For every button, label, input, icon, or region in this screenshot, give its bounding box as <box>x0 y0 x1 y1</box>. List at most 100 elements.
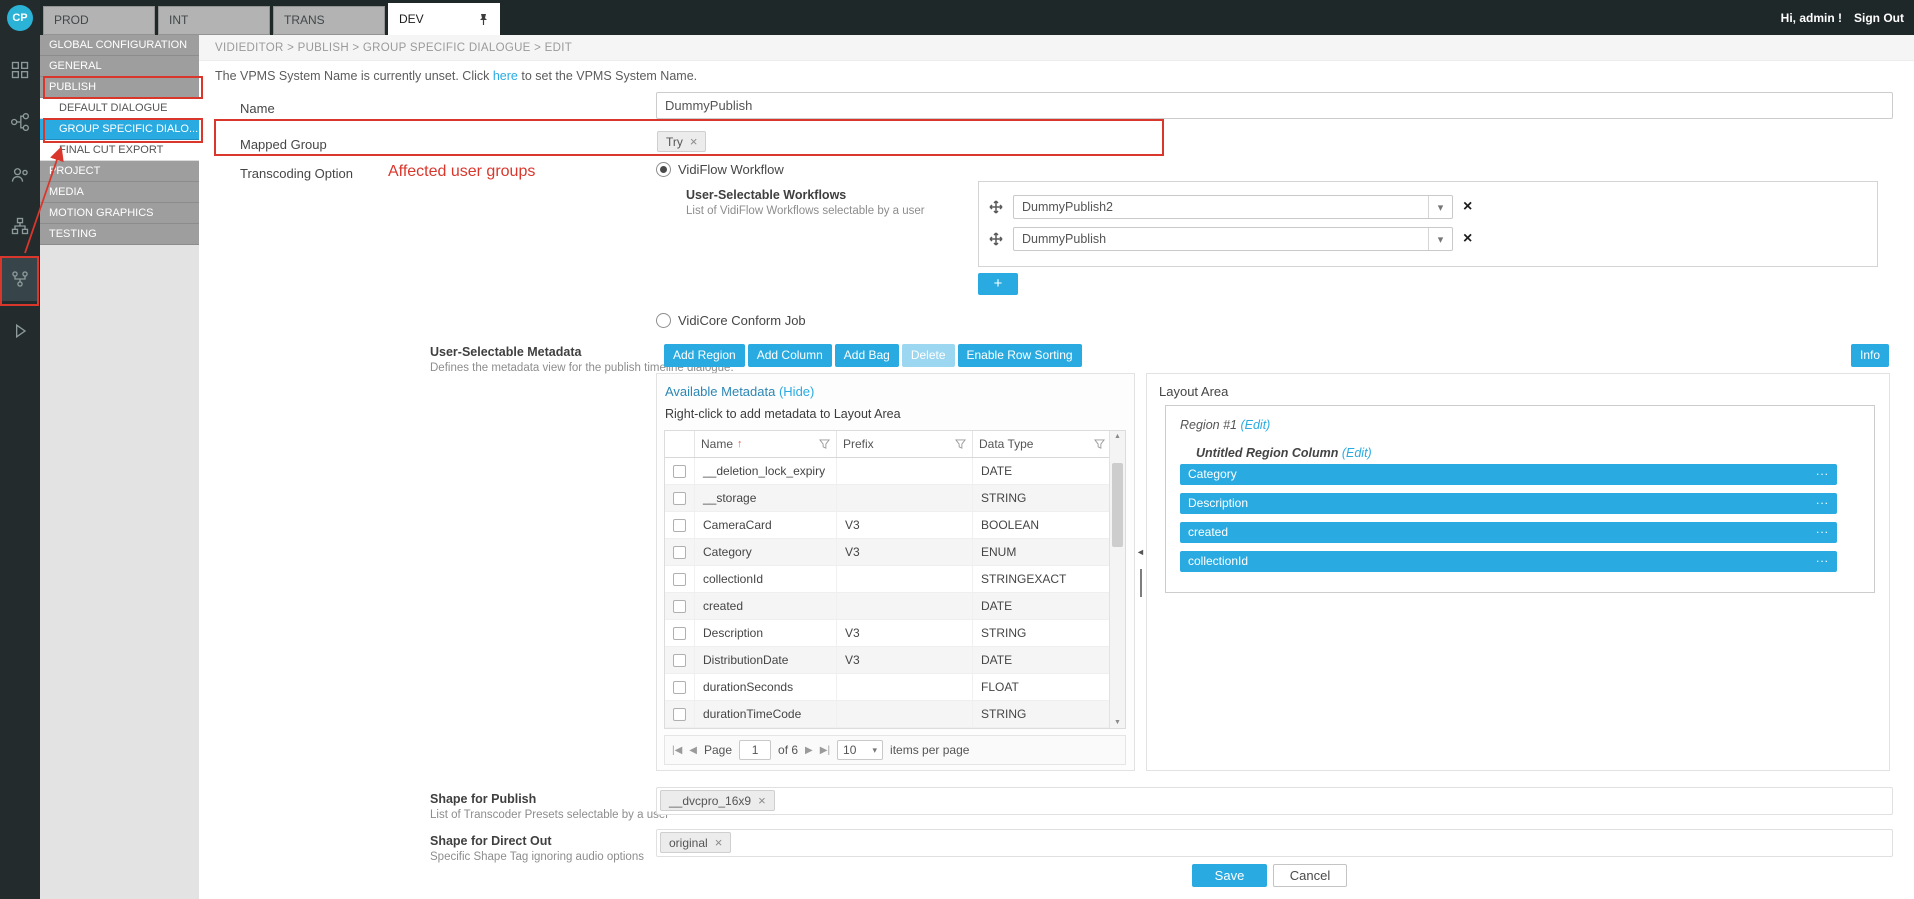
tag-remove-icon[interactable]: × <box>758 793 766 808</box>
add-bag-button[interactable]: Add Bag <box>835 344 899 367</box>
item-options-icon[interactable]: ... <box>1816 519 1829 540</box>
table-row[interactable]: created DATE <box>665 593 1125 620</box>
app-logo[interactable]: CP <box>7 5 33 31</box>
page-size-select[interactable]: 10 ▾ <box>837 740 883 760</box>
info-button[interactable]: Info <box>1851 344 1889 367</box>
row-checkbox[interactable] <box>673 546 686 559</box>
table-row[interactable]: __storage STRING <box>665 485 1125 512</box>
table-row[interactable]: durationTimeCode STRING <box>665 701 1125 728</box>
cancel-button[interactable]: Cancel <box>1273 864 1347 887</box>
table-row[interactable]: DistributionDate V3 DATE <box>665 647 1125 674</box>
sidebar-item-publish[interactable]: PUBLISH <box>40 77 199 98</box>
workflow-dropdown[interactable]: DummyPublish ▾ <box>1013 227 1453 251</box>
filter-icon[interactable] <box>819 439 830 450</box>
row-checkbox[interactable] <box>673 519 686 532</box>
panel-splitter-icon[interactable]: ◄ <box>1136 547 1145 557</box>
row-checkbox[interactable] <box>673 654 686 667</box>
tag-remove-icon[interactable]: × <box>715 835 723 850</box>
remove-workflow-icon[interactable]: × <box>1463 230 1472 248</box>
layout-item-created[interactable]: created ... <box>1180 522 1837 543</box>
row-checkbox[interactable] <box>673 465 686 478</box>
scrollbar-thumb[interactable] <box>1112 463 1123 547</box>
layout-item-description[interactable]: Description ... <box>1180 493 1837 514</box>
row-checkbox[interactable] <box>673 708 686 721</box>
pager-last-icon[interactable]: ▶| <box>820 745 830 756</box>
pager-first-icon[interactable]: |◀ <box>672 745 682 756</box>
pager-page-input[interactable] <box>739 740 771 760</box>
vidicore-radio[interactable] <box>656 313 671 328</box>
layout-item-collectionid[interactable]: collectionId ... <box>1180 551 1837 572</box>
item-options-icon[interactable]: ... <box>1816 461 1829 482</box>
panel-splitter-handle[interactable] <box>1140 569 1142 597</box>
shape-direct-tag[interactable]: original× <box>660 832 731 853</box>
pager-prev-icon[interactable]: ◀ <box>689 745 697 756</box>
table-row[interactable]: Category V3 ENUM <box>665 539 1125 566</box>
configuration-icon[interactable] <box>1 257 39 301</box>
sidebar-item-testing[interactable]: TESTING <box>40 224 199 245</box>
chevron-down-icon[interactable]: ▾ <box>1428 228 1452 250</box>
shape-publish-field[interactable] <box>656 787 1893 815</box>
tab-trans[interactable]: TRANS <box>273 6 385 35</box>
enable-row-sorting-button[interactable]: Enable Row Sorting <box>958 344 1082 367</box>
vpms-here-link[interactable]: here <box>493 69 518 83</box>
scroll-down-icon[interactable]: ▼ <box>1110 719 1125 726</box>
filter-icon[interactable] <box>1094 439 1105 450</box>
scroll-up-icon[interactable]: ▲ <box>1110 433 1125 440</box>
sidebar-item-default-dialogue[interactable]: DEFAULT DIALOGUE <box>40 98 199 119</box>
region-edit-link[interactable]: (Edit) <box>1240 418 1270 432</box>
item-options-icon[interactable]: ... <box>1816 548 1829 569</box>
topology-icon[interactable] <box>8 214 32 238</box>
sidebar-item-general[interactable]: GENERAL <box>40 56 199 77</box>
hide-link[interactable]: (Hide) <box>779 384 814 399</box>
shape-direct-field[interactable] <box>656 829 1893 857</box>
tab-int[interactable]: INT <box>158 6 270 35</box>
row-checkbox[interactable] <box>673 600 686 613</box>
workflow-icon[interactable] <box>8 110 32 134</box>
tab-dev[interactable]: DEV <box>388 3 500 35</box>
table-row[interactable]: collectionId STRINGEXACT <box>665 566 1125 593</box>
row-checkbox[interactable] <box>673 627 686 640</box>
row-checkbox[interactable] <box>673 492 686 505</box>
vidiflow-radio-label[interactable]: VidiFlow Workflow <box>678 162 784 177</box>
row-checkbox[interactable] <box>673 681 686 694</box>
item-options-icon[interactable]: ... <box>1816 490 1829 511</box>
users-icon[interactable] <box>8 163 32 187</box>
row-checkbox[interactable] <box>673 573 686 586</box>
sidebar-item-final-cut-export[interactable]: FINAL CUT EXPORT <box>40 140 199 161</box>
sign-out-link[interactable]: Sign Out <box>1854 11 1904 25</box>
sidebar-item-media[interactable]: MEDIA <box>40 182 199 203</box>
delete-button[interactable]: Delete <box>902 344 955 367</box>
tag-remove-icon[interactable]: × <box>690 134 698 149</box>
sidebar-item-motion-graphics[interactable]: MOTION GRAPHICS <box>40 203 199 224</box>
sidebar-item-global-configuration[interactable]: GLOBAL CONFIGURATION <box>40 35 199 56</box>
header-prefix[interactable]: Prefix <box>837 431 973 457</box>
mapped-group-tag[interactable]: Try× <box>657 131 706 152</box>
add-region-button[interactable]: Add Region <box>664 344 745 367</box>
filter-icon[interactable] <box>955 439 966 450</box>
add-workflow-button[interactable]: + <box>978 273 1018 295</box>
header-data-type[interactable]: Data Type <box>973 431 1111 457</box>
vidiflow-radio[interactable] <box>656 162 671 177</box>
sidebar-item-project[interactable]: PROJECT <box>40 161 199 182</box>
table-row[interactable]: __deletion_lock_expiry DATE <box>665 458 1125 485</box>
workflow-dropdown[interactable]: DummyPublish2 ▾ <box>1013 195 1453 219</box>
move-handle-icon[interactable] <box>989 200 1003 214</box>
add-column-button[interactable]: Add Column <box>748 344 832 367</box>
vidicore-radio-label[interactable]: VidiCore Conform Job <box>678 313 806 328</box>
sidebar-item-group-specific-dialogue[interactable]: GROUP SPECIFIC DIALO... <box>40 119 199 140</box>
table-row[interactable]: durationSeconds FLOAT <box>665 674 1125 701</box>
pin-icon[interactable] <box>477 13 490 26</box>
tab-prod[interactable]: PROD <box>43 6 155 35</box>
grid-scrollbar[interactable]: ▲ ▼ <box>1109 431 1125 728</box>
shape-publish-tag[interactable]: __dvcpro_16x9× <box>660 790 775 811</box>
player-icon[interactable] <box>8 319 32 343</box>
name-input[interactable] <box>656 92 1893 119</box>
header-name[interactable]: Name↑ <box>695 431 837 457</box>
save-button[interactable]: Save <box>1192 864 1267 887</box>
layout-item-category[interactable]: Category ... <box>1180 464 1837 485</box>
modules-icon[interactable] <box>8 58 32 82</box>
move-handle-icon[interactable] <box>989 232 1003 246</box>
remove-workflow-icon[interactable]: × <box>1463 198 1472 216</box>
table-row[interactable]: CameraCard V3 BOOLEAN <box>665 512 1125 539</box>
table-row[interactable]: Description V3 STRING <box>665 620 1125 647</box>
